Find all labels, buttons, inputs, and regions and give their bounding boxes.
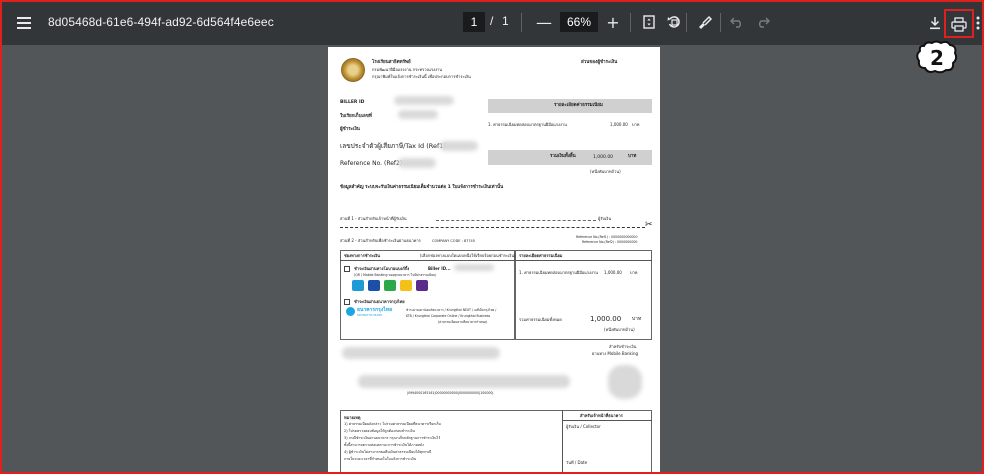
cut-line	[340, 227, 645, 228]
date-label: วันที่ / Date	[566, 460, 588, 465]
total2-unit: บาท	[632, 316, 642, 322]
remark-3: 3) กรณีชำระเงินผ่านธนาคาร กรุณาเก็บหลักฐ…	[344, 436, 441, 440]
krungthai-detail-3: (ค่าธรรมเนียมตามที่ธนาคารกำหนด)	[438, 320, 488, 324]
total-amount: 1,000.00	[593, 155, 614, 160]
part2-label: ส่วนที่ 2 - ส่วนสำหรับเพื่อชำระเงินผ่านธ…	[340, 238, 421, 243]
table-header-divider	[340, 260, 652, 261]
remark-1: 1) ค่าธรรมเนียมดังกล่าว ไม่รวมค่าธรรมเนี…	[344, 422, 441, 426]
channel-krungthai: ชำระเงินผ่านธนาคารกรุงไทย	[354, 299, 405, 304]
krungthai-checkbox[interactable]	[344, 299, 350, 305]
part1-label: ส่วนที่ 1 - ส่วนสำหรับเจ้าหน้าที่ผู้รับเ…	[340, 216, 407, 221]
company-code: COMPANY CODE : 87745	[432, 239, 476, 243]
org-instruction: กรุณาพิมพ์ใบแจ้งการชำระเงินนี้ เพื่อประก…	[372, 74, 471, 79]
annotate-icon[interactable]	[696, 13, 714, 31]
channel-mobile-sub: (QR / Mobile Banking ของทุกธนาคาร ไม่มีค…	[354, 273, 437, 277]
total-words: (หนึ่งพันบาทถ้วน)	[590, 169, 621, 174]
officer-header: สำหรับเจ้าหน้าที่ธนาคาร	[580, 413, 623, 418]
step-number: 2	[930, 46, 944, 70]
toolbar-divider	[630, 13, 631, 32]
payer-label: ผู้ชำระเงิน	[340, 127, 360, 132]
item-currency: บาท	[632, 122, 640, 127]
org-name: โรงเรียนสาธิตทรัพย์	[372, 60, 411, 65]
government-seal	[341, 58, 365, 82]
toolbar-divider	[686, 13, 687, 32]
rotate-icon[interactable]	[665, 13, 683, 31]
items-header: รายละเอียดค่าธรรมเนียม	[554, 103, 603, 108]
fit-page-icon[interactable]	[640, 13, 658, 31]
redacted-payer-block	[342, 347, 500, 359]
total-label: รวมเงินทั้งสิ้น	[550, 154, 576, 159]
remark-6: ภายในระยะเวลาที่กำหนดในใบแจ้งการชำระเงิน	[344, 457, 417, 461]
receiver-label: ผู้รับเงิน	[598, 216, 612, 221]
remark-4: ทั้งนี้สามารถตรวจสอบสถานะการชำระเงินได้ภ…	[344, 443, 424, 447]
page-number-input[interactable]: 1	[463, 12, 485, 32]
item-line-2: 1. ค่าธรรมเนียมทดสอบมาตรฐานฝีมือแรงงาน	[519, 270, 598, 275]
total2-label: รวมค่าธรรมเนียมทั้งหมด	[519, 317, 562, 322]
redacted-qr-code	[608, 365, 642, 399]
toolbar-divider	[720, 13, 721, 32]
channel-mobile-biller: Biller ID...	[428, 266, 451, 271]
important-note: ข้อมูลสำคัญ ระบบจะรับเงินค่าธรรมเนียมเต็…	[340, 185, 504, 190]
redacted-taxid	[440, 141, 478, 151]
redacted-barcode	[358, 375, 570, 388]
taxid-label: เลขประจำตัวผู้เสียภาษี/Tax Id (Ref1)	[340, 142, 446, 150]
pdf-page: โรงเรียนสาธิตทรัพย์ กรมพัฒนาฝีมือแรงงาน …	[328, 47, 660, 474]
bank-ref1: Reference No.(Ref1) : 0000000000000	[576, 235, 638, 239]
mobile-banking-checkbox[interactable]	[344, 266, 350, 272]
krungthai-name-en: KRUNGTHAI BANK	[357, 313, 383, 317]
item-line: 1. ค่าธรรมเนียมทดสอบมาตรฐานฝีมือแรงงาน	[488, 122, 567, 127]
collector-label: ผู้รับเงิน / Collector	[566, 424, 601, 429]
ref2-label: Reference No. (Ref2) :	[340, 160, 407, 167]
toolbar-divider	[521, 13, 522, 32]
page-separator: /	[490, 14, 494, 28]
channels-note: (เลือกช่องทางแบบใดแบบหนึ่งให้เรียบร้อยก่…	[420, 253, 516, 258]
remark-2: 2) โปรดตรวจสอบข้อมูลให้ถูกต้องก่อนชำระเง…	[344, 429, 415, 433]
biller-id-label: BILLER ID	[340, 100, 365, 105]
step-number-badge: 2	[916, 40, 958, 74]
menu-icon[interactable]	[14, 13, 34, 33]
krungthai-detail-1: ชำระผ่านเคาน์เตอร์ธนาคาร / Krungthai NEX…	[406, 308, 497, 312]
download-icon[interactable]	[926, 14, 944, 32]
krungthai-detail-2: KTB / Krungthai Corporate Online / Krung…	[406, 314, 491, 318]
total-currency: บาท	[628, 154, 637, 159]
undo-icon[interactable]	[728, 13, 746, 31]
total2-words: (หนึ่งพันบาทถ้วน)	[604, 327, 635, 332]
redacted-biller-id	[394, 96, 454, 105]
items-header-2: รายละเอียดค่าธรรมเนียม	[519, 253, 563, 258]
redacted-invoice	[398, 110, 438, 119]
mobile-label-2: ผ่านทาง Mobile Banking	[592, 351, 639, 356]
item-currency-2: บาท	[630, 270, 638, 275]
channels-header: ช่องทางการชำระเงิน	[344, 253, 381, 258]
invoice-label: ใบเรียกเก็บเลขที่	[340, 114, 372, 119]
org-department: กรมพัฒนาฝีมือแรงงาน กระทรวงแรงงาน	[372, 67, 443, 72]
zoom-level-input[interactable]: 66%	[560, 12, 598, 32]
copy-label: ส่วนของผู้ชำระเงิน	[581, 60, 618, 65]
pdf-toolbar: 8d05468d-61e6-494f-ad92-6d564f4e6eec 1 /…	[0, 0, 984, 45]
bank-ref2: Reference No.(Ref2) : 0000000000	[582, 240, 638, 244]
item-amount-2: 1,000.00	[604, 270, 622, 275]
scissors-icon: ✂	[645, 220, 653, 230]
remark-5: 4) ผู้ชำระเงินไม่สามารถขอคืนเงินค่าธรรมเ…	[344, 450, 432, 454]
zoom-out-button[interactable]: —	[535, 13, 553, 32]
krungthai-logo-icon	[346, 307, 355, 316]
remarks-header: หมายเหตุ	[344, 415, 361, 420]
print-button-highlight	[944, 9, 974, 38]
redo-icon[interactable]	[754, 13, 772, 31]
mobile-label-1: สำหรับชำระเงิน	[609, 344, 637, 349]
more-options-icon[interactable]	[974, 14, 982, 32]
signature-line	[436, 220, 596, 221]
officer-header-divider	[562, 420, 652, 421]
item-amount: 1,000.00	[610, 122, 628, 127]
barcode-digits: |0994000165161|00000000000|0000000000|10…	[407, 391, 494, 395]
redacted-biller	[454, 264, 494, 271]
document-title: 8d05468d-61e6-494f-ad92-6d564f4e6eec	[48, 15, 274, 29]
total2-amount: 1,000.00	[590, 315, 622, 323]
page-total: 1	[502, 14, 509, 28]
channel-mobile: ชำระเงินผ่านทางโมบายแบงก์กิ้ง	[354, 266, 410, 271]
zoom-in-button[interactable]: +	[604, 13, 622, 32]
redacted-ref2	[398, 158, 436, 168]
